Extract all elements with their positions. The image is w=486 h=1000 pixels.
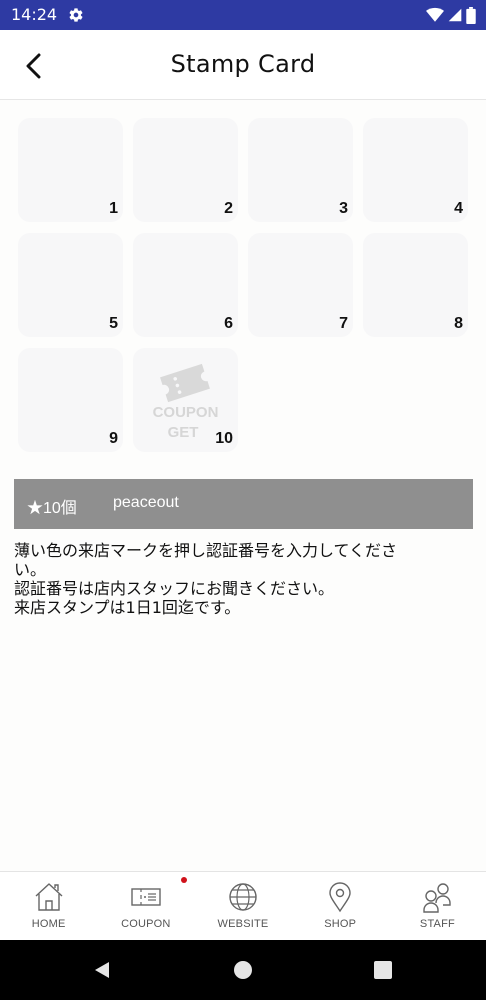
stamp-slot[interactable]: 2 [133, 118, 238, 222]
stamp-number: 4 [454, 200, 463, 217]
app-screen: 14:24 Stamp Card 1 2 3 4 5 6 7 8 9 COUPO… [0, 0, 486, 1000]
battery-icon [466, 6, 476, 24]
wifi-icon [426, 7, 444, 22]
page-title: Stamp Card [170, 50, 316, 78]
nav-staff[interactable]: STAFF [389, 872, 486, 940]
status-time: 14:24 [11, 5, 58, 24]
nav-label: HOME [31, 918, 66, 930]
system-nav-bar [0, 940, 486, 1000]
stamp-number: 1 [109, 200, 118, 217]
status-indicators [426, 6, 476, 24]
instruction-line: 来店スタンプは1日1回迄です。 [14, 598, 241, 617]
home-circle-icon[interactable] [233, 960, 253, 980]
stamp-slot[interactable]: 3 [248, 118, 353, 222]
reward-name: peaceout [113, 494, 179, 511]
nav-coupon[interactable]: COUPON [97, 872, 194, 940]
nav-shop[interactable]: SHOP [292, 872, 389, 940]
people-icon [423, 883, 452, 913]
home-icon [35, 883, 63, 911]
stamp-slot[interactable]: 6 [133, 233, 238, 337]
recents-square-icon[interactable] [373, 960, 393, 980]
bottom-nav: HOME COUPON WEBSITE SHOP STAFF [0, 871, 486, 940]
nav-label: STAFF [419, 918, 455, 930]
stamp-slot[interactable]: 1 [18, 118, 123, 222]
back-triangle-icon[interactable] [92, 960, 112, 980]
status-bar: 14:24 [0, 0, 486, 30]
stamp-slot[interactable]: 7 [248, 233, 353, 337]
instruction-line: 薄い色の来店マークを押し認証番号を入力してくださ [14, 541, 398, 560]
stamp-number: 8 [454, 315, 463, 332]
reward-count: ★10個 [27, 500, 77, 517]
reward-info-bar: ★10個 peaceout [14, 479, 473, 529]
stamp-number: 2 [224, 200, 233, 217]
nav-label: COUPON [121, 918, 171, 930]
stamp-slot[interactable]: 9 [18, 348, 123, 452]
stamp-number: 10 [215, 430, 233, 447]
instructions-text: 薄い色の来店マークを押し認証番号を入力してくださ い。 認証番号は店内スタッフに… [14, 541, 444, 617]
location-pin-icon [329, 882, 351, 913]
stamp-slot[interactable]: 5 [18, 233, 123, 337]
stamp-slot-coupon[interactable]: COUPON GET 10 [133, 348, 238, 452]
instruction-line: い。 [14, 560, 47, 579]
nav-label: WEBSITE [217, 918, 269, 930]
nav-home[interactable]: HOME [0, 872, 97, 940]
instruction-line: 認証番号は店内スタッフにお聞きください。 [14, 579, 335, 598]
coupon-ticket-icon [160, 363, 210, 403]
coupon-label-line1: COUPON [152, 404, 219, 421]
ticket-icon [131, 888, 161, 906]
nav-website[interactable]: WEBSITE [194, 872, 291, 940]
stamp-number: 7 [339, 315, 348, 332]
signal-icon [448, 8, 462, 22]
stamp-number: 5 [109, 315, 118, 332]
stamp-number: 9 [109, 430, 118, 447]
app-header: Stamp Card [0, 30, 486, 100]
stamp-number: 3 [339, 200, 348, 217]
stamp-slot[interactable]: 4 [363, 118, 468, 222]
nav-label: SHOP [324, 918, 357, 930]
stamp-number: 6 [224, 315, 233, 332]
globe-icon [229, 883, 257, 911]
notification-dot [181, 877, 188, 883]
stamp-slot[interactable]: 8 [363, 233, 468, 337]
settings-gear-icon [69, 8, 83, 22]
